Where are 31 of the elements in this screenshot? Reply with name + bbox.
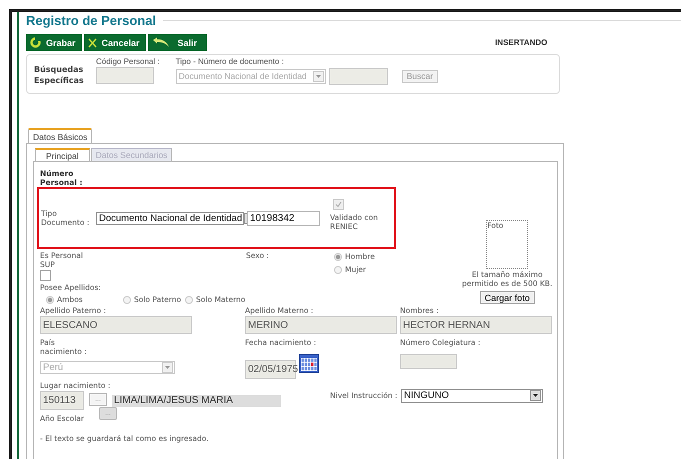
caret-icon	[165, 366, 170, 369]
page-title: Registro de Personal	[26, 13, 156, 28]
calendar-icon[interactable]	[299, 354, 319, 373]
name-input-field[interactable]: MERINO	[245, 316, 397, 334]
refresh-icon	[30, 37, 41, 48]
back-arrow-icon	[152, 37, 170, 48]
close-icon	[88, 38, 97, 48]
toolbar-button[interactable]: Grabar	[26, 34, 82, 51]
document-number-field[interactable]: 10198342	[247, 210, 320, 226]
mode-status: INSERTANDO	[495, 38, 548, 47]
field-label: Tipo - Número de documento :	[176, 57, 285, 66]
upload-photo-button[interactable]: Cargar foto	[480, 291, 535, 304]
search-label: Búsquedas Específicas	[34, 64, 85, 86]
registration-number-field[interactable]	[400, 354, 457, 369]
toolbar-button[interactable]: Cancelar	[84, 34, 146, 51]
location-text: LIMA/LIMA/JESUS MARIA	[112, 394, 281, 406]
code-input-field[interactable]	[96, 67, 154, 84]
toolbar-button[interactable]: Salir	[148, 34, 208, 51]
tab[interactable]: Datos Básicos	[28, 128, 92, 143]
field-label: Código Personal :	[96, 57, 160, 66]
document-number-field[interactable]	[328, 68, 388, 85]
caret-icon	[316, 74, 321, 78]
name-input-field[interactable]: HECTOR HERNAN	[400, 316, 552, 334]
caret-icon	[533, 394, 538, 397]
tab[interactable]: Principal	[35, 148, 90, 161]
name-input-field[interactable]: ELESCANO	[40, 316, 192, 334]
education-level-select[interactable]: NINGUNO	[401, 388, 543, 402]
location-code-field[interactable]: 150113	[40, 391, 84, 410]
birth-date-field[interactable]: 02/05/1975	[245, 360, 296, 379]
checkbox[interactable]	[333, 199, 344, 210]
checkbox[interactable]	[40, 270, 51, 281]
